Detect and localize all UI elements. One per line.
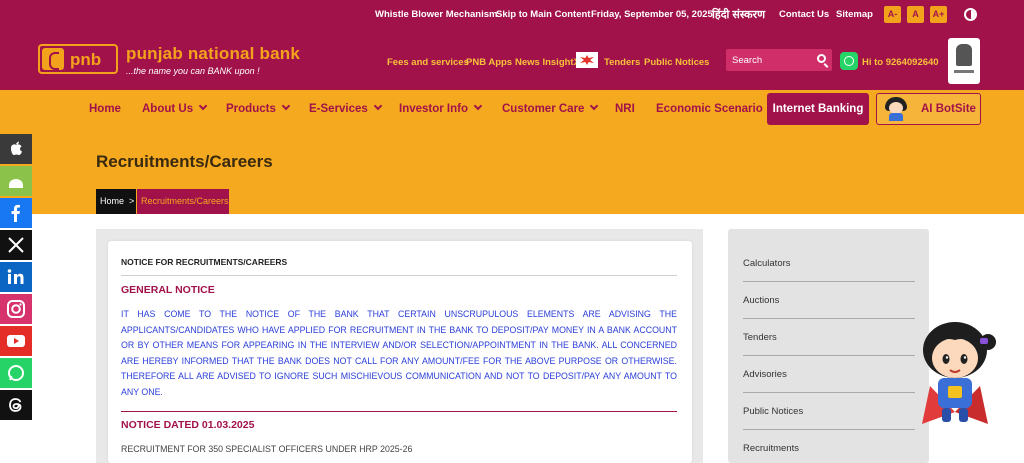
whatsapp-number[interactable]: Hi to 9264092640 (862, 57, 939, 68)
nav-home[interactable]: Home (89, 103, 121, 115)
social-facebook[interactable] (0, 198, 32, 228)
pnb-apps-link[interactable]: PNB Apps (466, 57, 512, 68)
chevron-down-icon (281, 101, 291, 111)
sidebar-item-advisories[interactable]: Advisories (743, 356, 915, 393)
font-increase-button[interactable]: A+ (930, 6, 947, 23)
nav-e-services[interactable]: E-Services (309, 101, 383, 115)
breadcrumb-current: Recruitments/Careers (137, 189, 229, 214)
chevron-down-icon (373, 101, 383, 111)
android-icon (9, 179, 23, 188)
chevron-down-icon (590, 101, 599, 111)
bank-tagline: ...the name you can BANK upon ! (126, 66, 260, 76)
instagram-icon (7, 300, 25, 318)
hindi-version-link[interactable]: हिंदी संस्करण (712, 7, 765, 22)
notice-card: NOTICE FOR RECRUITMENTS/CAREERS GENERAL … (108, 241, 692, 463)
nav-customer-care[interactable]: Customer Care (502, 101, 599, 115)
search-icon[interactable] (817, 54, 826, 63)
current-date: Friday, September 05, 2025 (591, 9, 713, 20)
nav-products[interactable]: Products (226, 101, 291, 115)
news-insightx-link[interactable]: News InsightX (515, 57, 580, 68)
notice-card-title: NOTICE FOR RECRUITMENTS/CAREERS (121, 257, 288, 267)
internet-banking-button[interactable]: Internet Banking (767, 93, 869, 125)
search-input[interactable]: Search (726, 49, 832, 71)
apple-icon (11, 141, 22, 155)
whatsapp-icon (8, 365, 24, 381)
general-notice-heading: GENERAL NOTICE (121, 284, 215, 296)
x-icon (8, 237, 24, 253)
sitemap-link[interactable]: Sitemap (836, 9, 873, 20)
whistle-blower-link[interactable]: Whistle Blower Mechanism (375, 9, 497, 20)
skip-to-content-link[interactable]: Skip to Main Content (496, 9, 590, 20)
whatsapp-icon[interactable] (840, 52, 858, 70)
social-android[interactable] (0, 166, 32, 196)
pnb-logo[interactable]: pnb (38, 44, 118, 74)
main-header: pnb punjab national bank ...the name you… (0, 30, 1024, 90)
pnb-logo-icon (42, 48, 64, 70)
sidebar-item-public-notices[interactable]: Public Notices (743, 393, 915, 430)
public-notices-link[interactable]: Public Notices (644, 57, 709, 68)
social-instagram[interactable] (0, 294, 32, 324)
font-normal-button[interactable]: A (907, 6, 924, 23)
chevron-down-icon (473, 101, 483, 111)
divider (121, 275, 677, 276)
fees-services-link[interactable]: Fees and services (387, 57, 469, 68)
social-x[interactable] (0, 230, 32, 260)
linkedin-icon (7, 269, 24, 284)
top-utility-bar: Whistle Blower Mechanism Skip to Main Co… (0, 0, 1024, 30)
facebook-icon (11, 204, 20, 222)
general-notice-body: IT HAS COME TO THE NOTICE OF THE BANK TH… (121, 309, 677, 397)
nav-about-us[interactable]: About Us (142, 101, 208, 115)
sidebar: Calculators Auctions Tenders Advisories … (728, 229, 929, 463)
font-decrease-button[interactable]: A- (884, 6, 901, 23)
search-placeholder: Search (732, 55, 763, 66)
sidebar-item-tenders[interactable]: Tenders (743, 319, 915, 356)
social-threads[interactable] (0, 390, 32, 420)
contrast-toggle-icon[interactable] (964, 8, 977, 21)
new-badge-icon (576, 52, 598, 68)
dated-notice-heading: NOTICE DATED 01.03.2025 (121, 419, 255, 431)
ai-botsite-button[interactable]: AI BotSite (876, 93, 981, 125)
social-youtube[interactable] (0, 326, 32, 356)
social-linkedin[interactable] (0, 262, 32, 292)
tenders-link[interactable]: Tenders (604, 57, 640, 68)
main-nav: Home About Us Products E-Services Invest… (0, 90, 1024, 130)
chevron-down-icon (198, 101, 208, 111)
threads-icon (9, 398, 22, 412)
page-title: Recruitments/Careers (96, 152, 273, 171)
breadcrumb-home[interactable]: Home > (96, 189, 136, 214)
sidebar-item-calculators[interactable]: Calculators (743, 245, 915, 282)
youtube-icon (7, 335, 25, 347)
recruitment-notice-link[interactable]: RECRUITMENT FOR 350 SPECIALIST OFFICERS … (121, 444, 412, 454)
bank-name: punjab national bank (126, 44, 301, 63)
nav-economic-scenario[interactable]: Economic Scenario (656, 103, 763, 115)
social-whatsapp[interactable] (0, 358, 32, 388)
chatbot-mascot-icon[interactable] (912, 316, 998, 432)
breadcrumb-separator: > (129, 196, 135, 206)
national-emblem-icon (948, 38, 980, 84)
nav-investor-info[interactable]: Investor Info (399, 101, 483, 115)
nav-nri[interactable]: NRI (615, 103, 635, 115)
ai-botsite-label: AI BotSite (921, 103, 976, 115)
bot-avatar-icon (885, 97, 907, 121)
sidebar-item-recruitments[interactable]: Recruitments (743, 430, 915, 463)
divider (121, 411, 677, 412)
sidebar-item-auctions[interactable]: Auctions (743, 282, 915, 319)
contact-us-link[interactable]: Contact Us (779, 9, 829, 20)
page-banner: Recruitments/Careers Home > Recruitments… (0, 130, 1024, 214)
social-apple[interactable] (0, 134, 32, 164)
